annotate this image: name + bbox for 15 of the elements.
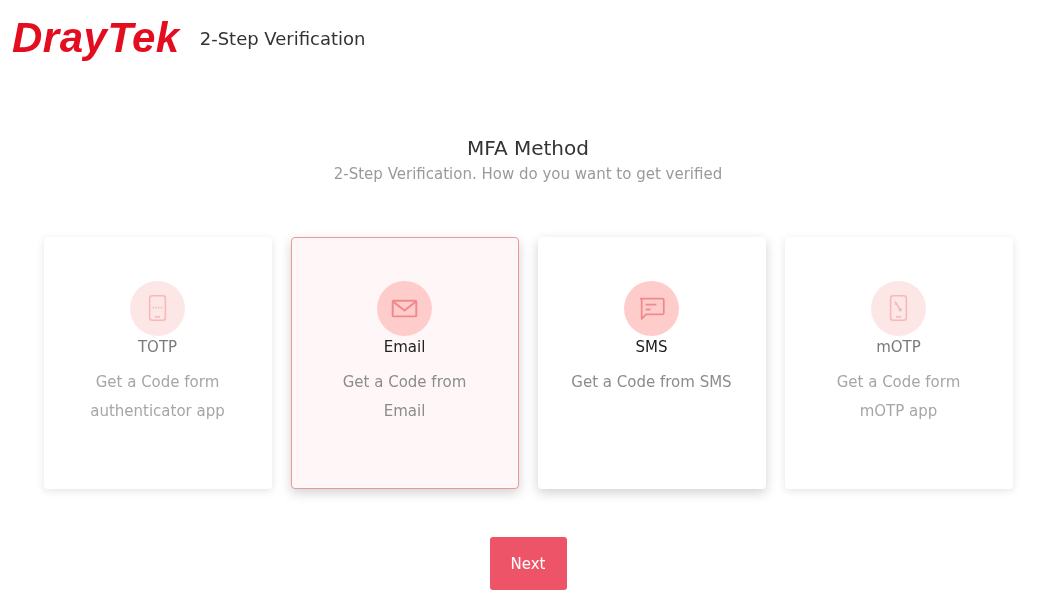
section-subtitle: 2-Step Verification. How do you want to get verified [333,164,723,185]
method-label: TOTP [137,337,178,357]
next-button[interactable]: Next [489,537,567,590]
method-description: Get a Code from Email [341,372,468,422]
method-card[interactable]: SMS Get a Code from SMS [537,237,766,489]
method-description: Get a Code form mOTP app [835,372,962,422]
method-description: Get a Code from SMS [571,372,732,393]
logo: DrayTek [12,17,180,59]
method-label: SMS [635,337,668,357]
method-description: Get a Code form authenticator app [89,372,226,422]
method-label: mOTP [876,337,921,357]
page-title: 2-Step Verification [199,27,366,49]
method-card[interactable]: Email Get a Code from Email [290,237,519,489]
method-label: Email [383,337,426,357]
section-title: MFA Method [467,135,589,161]
